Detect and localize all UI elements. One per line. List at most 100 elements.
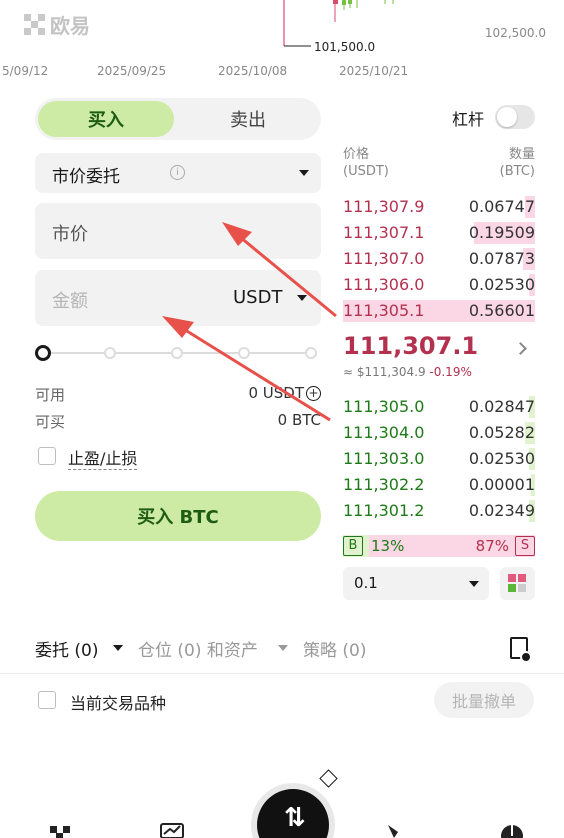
slider-step[interactable] [305,347,317,359]
price-column-header: 价格 (USDT) [343,146,389,180]
qty-header: 数量 [508,147,535,162]
leverage-label: 杠杆 [452,110,485,129]
ask-price: 111,307.1 [343,223,425,242]
buyable-value: 0 BTC [277,411,321,429]
ask-qty: 0.06747 [468,197,535,216]
ratio-buy-badge: B [343,536,363,556]
current-pair-checkbox[interactable] [38,691,56,709]
ask-row[interactable]: 111,305.1 0.56601 [343,300,535,322]
bid-qty: 0.05282 [468,423,535,442]
ask-price: 111,307.0 [343,249,425,268]
last-price[interactable]: 111,307.1 [343,332,478,360]
date-label: 2025/10/21 [339,64,409,78]
ask-qty: 0.02530 [468,275,535,294]
slider-step[interactable] [238,347,250,359]
amount-unit-select[interactable]: USDT [233,287,282,308]
date-label: 2025/10/08 [218,64,288,78]
qty-header-unit: (BTC) [499,164,535,179]
bid-qty: 0.02847 [468,397,535,416]
toggle-knob [497,107,517,127]
caret-down-icon [278,645,288,651]
current-pair-label: 当前交易品种 [70,694,167,713]
ask-row[interactable]: 111,307.1 0.19509 [343,222,535,244]
leverage-toggle[interactable] [495,105,535,129]
buy-sell-ratio-bar: B 13% 87% S [343,535,535,557]
index-price-line: ≈ $111,304.9 -0.19% [343,365,472,379]
price-chart-strip[interactable]: 欧易 101,500.0 102,500.0 5/09/12 2025/09/2… [0,0,564,82]
buy-sell-switch: 买入 卖出 [35,98,321,140]
slider-thumb[interactable] [35,345,51,361]
bid-price: 111,305.0 [343,397,425,416]
bid-row[interactable]: 111,305.0 0.02847 [343,396,535,418]
info-icon[interactable]: i [170,165,185,180]
price-field[interactable]: 市价 [35,203,321,259]
tpsl-checkbox[interactable] [38,447,56,465]
price-change: -0.19% [429,365,472,379]
bid-price: 111,304.0 [343,423,425,442]
date-label: 5/09/12 [2,64,49,78]
amount-slider[interactable] [35,343,320,363]
date-label: 2025/09/25 [97,64,167,78]
bid-price: 111,302.2 [343,475,425,494]
amount-placeholder: 金额 [52,291,88,312]
price-field-value: 市价 [52,224,88,245]
ask-qty: 0.56601 [468,301,535,320]
tab-orders[interactable]: 委托 (0) [35,636,98,661]
axis-price-label: 102,500.0 [484,26,546,40]
tpsl-label[interactable]: 止盈/止损 [68,445,138,470]
ratio-sell-badge: S [515,536,535,556]
discover-icon[interactable] [384,822,408,838]
bid-row[interactable]: 111,301.2 0.02349 [343,500,535,522]
bid-row[interactable]: 111,303.0 0.02530 [343,448,535,470]
book-layout-icon[interactable] [500,567,535,600]
price-marker-label: 101,500.0 [314,40,376,54]
slider-step[interactable] [171,347,183,359]
caret-down-icon [299,170,309,176]
bid-qty: 0.02349 [468,501,535,520]
caret-down-icon [469,581,479,587]
bid-row[interactable]: 111,302.2 0.00001 [343,474,535,496]
tab-positions[interactable]: 仓位 (0) 和资产 [138,636,258,661]
buyable-label: 可买 [35,413,66,431]
market-chart-icon[interactable] [160,822,184,838]
home-icon[interactable] [48,822,72,838]
ask-qty: 0.07873 [468,249,535,268]
diamond-icon[interactable] [319,769,338,788]
depth-step-value: 0.1 [354,574,378,592]
buy-tab[interactable]: 买入 [38,101,174,137]
order-history-icon[interactable] [510,637,532,663]
depth-step-select[interactable]: 0.1 [343,567,489,600]
order-type-select[interactable]: 市价委托 i [35,153,321,193]
price-header: 价格 [343,147,370,162]
tab-orders-label: 委托 (0) [35,641,99,661]
ask-price: 111,306.0 [343,275,425,294]
ask-price: 111,305.1 [343,301,425,320]
amount-input[interactable]: 金额 USDT [35,270,321,326]
price-header-unit: (USDT) [343,164,389,179]
ask-qty: 0.19509 [468,223,535,242]
bid-qty: 0.00001 [468,475,535,494]
bid-row[interactable]: 111,304.0 0.05282 [343,422,535,444]
clock-badge [520,651,532,663]
bid-price: 111,303.0 [343,449,425,468]
ask-price: 111,307.9 [343,197,425,216]
batch-cancel-button[interactable]: 批量撤单 [434,682,534,718]
slider-step[interactable] [104,347,116,359]
available-label: 可用 [35,386,66,404]
chevron-right-icon[interactable] [514,342,527,355]
sell-tab[interactable]: 卖出 [180,101,316,137]
bid-qty: 0.02530 [468,449,535,468]
order-type-value: 市价委托 [52,167,120,187]
swap-arrows-icon: ⇅ [284,803,306,833]
ask-row[interactable]: 111,307.0 0.07873 [343,248,535,270]
available-value: 0 USDT [248,384,304,402]
assets-pie-icon[interactable] [500,822,524,838]
tab-strategies[interactable]: 策略 (0) [303,636,366,661]
caret-down-icon [297,295,307,301]
bid-price: 111,301.2 [343,501,425,520]
add-funds-icon[interactable]: + [306,386,321,401]
ask-row[interactable]: 111,307.9 0.06747 [343,196,535,218]
ask-row[interactable]: 111,306.0 0.02530 [343,274,535,296]
ratio-buy-percent: 13% [371,537,405,555]
buy-btc-button[interactable]: 买入 BTC [35,491,321,541]
